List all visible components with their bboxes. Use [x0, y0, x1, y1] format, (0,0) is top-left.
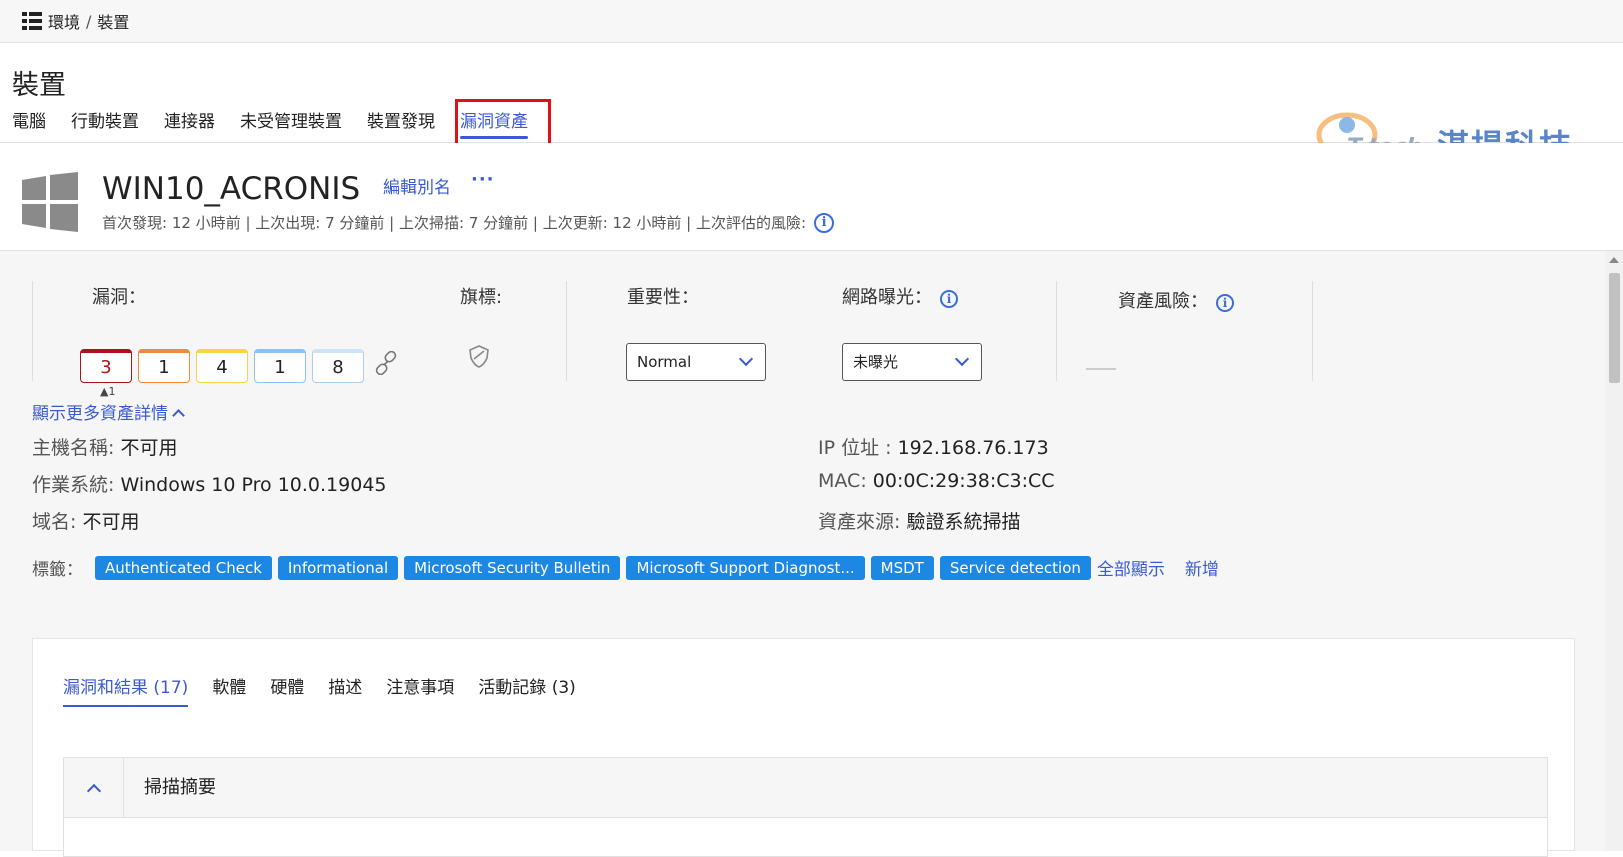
importance-label: 重要性：: [627, 287, 699, 308]
device-header: WIN10_ACRONIS 編輯別名 ··· 首次發現: 12 小時前 | 上次…: [0, 143, 1623, 251]
risk-info-icon[interactable]: i: [814, 212, 835, 233]
edit-alias-link[interactable]: 編輯別名: [383, 173, 451, 198]
ip-key: IP 位址 :: [818, 437, 892, 459]
scrollbar-thumb[interactable]: [1609, 273, 1620, 383]
tab-software[interactable]: 軟體: [212, 673, 246, 707]
device-name: WIN10_ACRONIS: [102, 171, 361, 207]
tab-vulnerabilities-results[interactable]: 漏洞和結果 (17): [63, 673, 189, 707]
more-actions-button[interactable]: ···: [471, 169, 495, 190]
mac-key: MAC:: [818, 470, 867, 492]
tag-chip[interactable]: Microsoft Security Bulletin: [404, 555, 621, 580]
add-tag-link[interactable]: 新增: [1185, 555, 1219, 580]
os-key: 作業系統:: [32, 474, 115, 496]
severity-3-count[interactable]: 4: [196, 349, 248, 383]
scan-summary-section: 掃描摘要: [63, 757, 1548, 857]
tab-description[interactable]: 描述: [328, 673, 362, 707]
domain-value: 不可用: [82, 511, 140, 533]
page-header: 裝置 電腦 行動裝置 連接器 未受管理裝置 裝置發現 漏洞資產 T-tech 湛…: [0, 43, 1623, 165]
asset-risk-label-text: 資產風險：: [1118, 291, 1208, 312]
asset-risk-empty-value: [1086, 368, 1116, 370]
scroll-up-arrow-icon[interactable]: [1609, 257, 1619, 263]
severity-trend: ▲1: [100, 385, 116, 398]
scan-summary-title: 掃描摘要: [144, 777, 216, 798]
network-exposure-select-value: 未曝光: [853, 353, 899, 371]
vulnerabilities-label: 漏洞：: [92, 287, 146, 308]
chevron-up-icon: [172, 409, 185, 422]
severity-5-count[interactable]: 3: [80, 349, 132, 383]
tag-chip[interactable]: Authenticated Check: [95, 555, 272, 580]
ip-row: IP 位址 : 192.168.76.173: [818, 433, 1049, 460]
tag-chip[interactable]: Informational: [277, 555, 399, 580]
divider: [1312, 281, 1313, 381]
importance-select-value: Normal: [637, 353, 692, 371]
divider: [1056, 281, 1057, 381]
device-meta-text: 首次發現: 12 小時前 | 上次出現: 7 分鐘前 | 上次掃描: 7 分鐘前…: [102, 214, 807, 232]
breadcrumb-root[interactable]: 環境: [48, 9, 80, 33]
tab-unmanaged-devices[interactable]: 未受管理裝置: [240, 107, 342, 139]
show-more-details-toggle[interactable]: 顯示更多資產詳情: [32, 399, 185, 424]
exposure-info-icon[interactable]: i: [940, 290, 958, 308]
hostname-key: 主機名稱:: [32, 437, 115, 459]
importance-select[interactable]: Normal: [626, 343, 766, 381]
os-value: Windows 10 Pro 10.0.19045: [120, 474, 387, 496]
tab-computers[interactable]: 電腦: [12, 107, 46, 139]
windows-logo-icon: [22, 172, 78, 232]
mac-value: 00:0C:29:38:C3:CC: [872, 470, 1055, 492]
tags-row: 標籤： Authenticated Check Informational Mi…: [32, 555, 1239, 580]
chevron-up-icon: [86, 783, 102, 799]
tags-label: 標籤：: [32, 560, 83, 580]
asset-risk-label: 資產風險： i: [1118, 287, 1234, 313]
results-tabs: 漏洞和結果 (17) 軟體 硬體 描述 注意事項 活動記錄 (3): [63, 673, 600, 707]
chevron-down-icon: [738, 351, 754, 367]
scan-summary-header: 掃描摘要: [64, 758, 1547, 818]
asset-risk-info-icon[interactable]: i: [1216, 294, 1234, 312]
tab-notes[interactable]: 注意事項: [386, 673, 454, 707]
severity-4-count[interactable]: 1: [138, 349, 190, 383]
chevron-down-icon: [954, 351, 970, 367]
link-icon[interactable]: [374, 351, 398, 375]
shield-flag-icon[interactable]: [466, 343, 492, 369]
tag-chip[interactable]: Service detection: [939, 555, 1091, 580]
vertical-scrollbar[interactable]: [1605, 251, 1623, 851]
ip-value: 192.168.76.173: [897, 437, 1049, 459]
mac-row: MAC: 00:0C:29:38:C3:CC: [818, 470, 1055, 492]
divider: [566, 281, 567, 381]
tab-mobile-devices[interactable]: 行動裝置: [71, 107, 139, 139]
tag-chip[interactable]: MSDT: [870, 555, 934, 580]
menu-grid-icon[interactable]: [22, 12, 42, 30]
domain-key: 域名:: [32, 511, 77, 533]
asset-source-row: 資產來源: 驗證系統掃描: [818, 507, 1020, 534]
results-panel: 漏洞和結果 (17) 軟體 硬體 描述 注意事項 活動記錄 (3) 掃描摘要: [32, 638, 1575, 857]
tab-activity-log[interactable]: 活動記錄 (3): [478, 673, 575, 707]
show-more-details-label: 顯示更多資產詳情: [32, 404, 168, 424]
breadcrumb-separator: /: [86, 11, 92, 31]
severity-2-count[interactable]: 1: [254, 349, 306, 383]
network-exposure-select[interactable]: 未曝光: [842, 343, 982, 381]
breadcrumb-current: 裝置: [97, 13, 130, 32]
flags-label: 旗標:: [460, 287, 503, 308]
asset-summary: 漏洞： 3 1 4 1 8 ▲1 旗標: 重要性： Normal 網路曝光： i …: [32, 281, 1322, 398]
divider: [32, 281, 33, 381]
tag-chip[interactable]: Microsoft Support Diagnost...: [626, 555, 865, 580]
domain-row: 域名: 不可用: [32, 507, 139, 534]
network-exposure-label-text: 網路曝光：: [842, 287, 932, 308]
page-title: 裝置: [12, 70, 66, 101]
asset-source-key: 資產來源:: [818, 511, 901, 533]
os-row: 作業系統: Windows 10 Pro 10.0.19045: [32, 470, 387, 497]
tab-hardware[interactable]: 硬體: [270, 673, 304, 707]
tab-device-discovery[interactable]: 裝置發現: [367, 107, 435, 139]
scan-summary-collapse-button[interactable]: [64, 758, 124, 818]
asset-source-value: 驗證系統掃描: [906, 511, 1021, 533]
network-exposure-label: 網路曝光： i: [842, 283, 958, 309]
hostname-value: 不可用: [120, 437, 178, 459]
tab-connectors[interactable]: 連接器: [164, 107, 215, 139]
hostname-row: 主機名稱: 不可用: [32, 433, 177, 460]
breadcrumb: 環境 / 裝置: [0, 0, 1623, 43]
show-all-tags-link[interactable]: 全部顯示: [1097, 555, 1165, 580]
device-meta: 首次發現: 12 小時前 | 上次出現: 7 分鐘前 | 上次掃描: 7 分鐘前…: [102, 212, 835, 233]
severity-1-count[interactable]: 8: [312, 349, 364, 383]
